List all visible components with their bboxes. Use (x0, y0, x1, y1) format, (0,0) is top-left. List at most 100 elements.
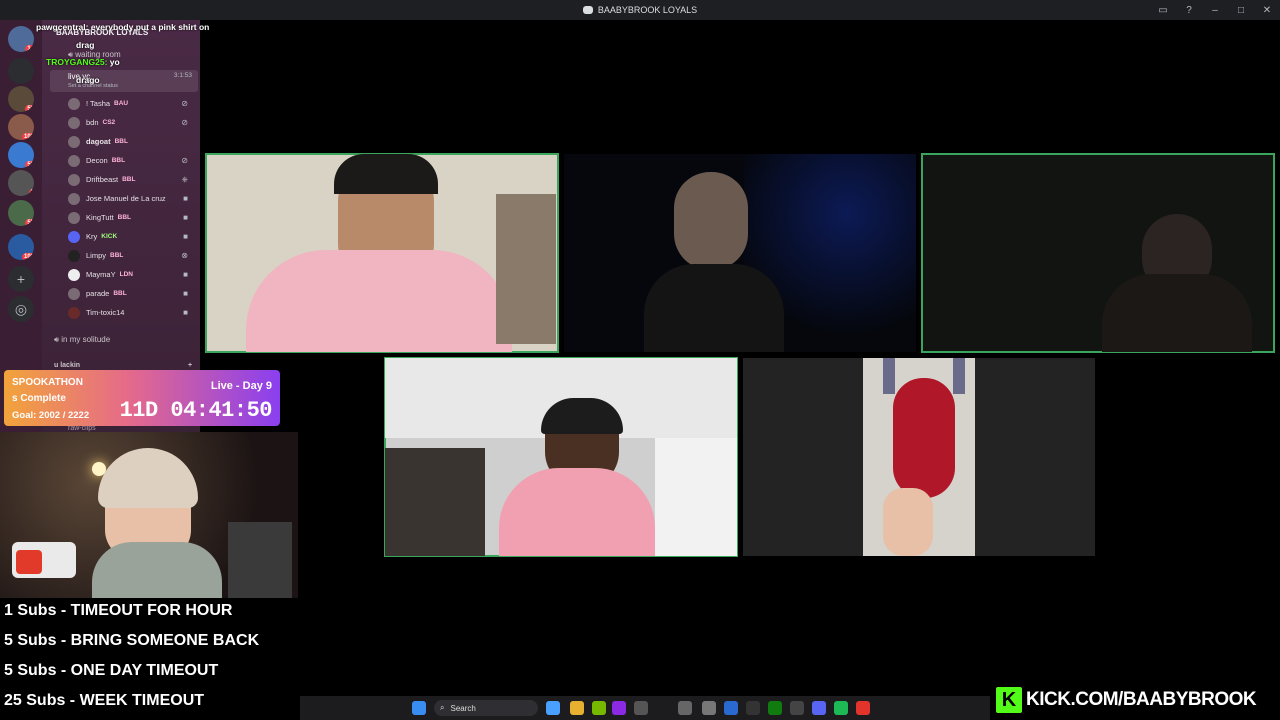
member-name: Kry (86, 232, 98, 241)
xbox-icon[interactable] (768, 701, 782, 715)
discord-logo-icon (582, 6, 593, 14)
server-icon[interactable]: 7 (8, 170, 34, 196)
mention-badge: 55 (25, 219, 34, 226)
mention-badge: 7 (28, 189, 34, 196)
window-title: BAABYBROOK LOYALS (0, 0, 1280, 20)
voice-member[interactable]: bdn CS2 ⊘ (68, 113, 196, 132)
voice-member[interactable]: KingTutt BBL ■ (68, 208, 196, 227)
files-icon[interactable] (546, 701, 560, 715)
close-icon[interactable]: ✕ (1254, 0, 1280, 20)
add-channel-icon[interactable]: + (188, 362, 192, 369)
category-label: u lackin (54, 362, 81, 369)
app-icon[interactable] (634, 701, 648, 715)
maximize-icon[interactable]: □ (1228, 0, 1254, 20)
member-name: Limpy (86, 251, 107, 260)
category-header[interactable]: u lackin + (54, 362, 212, 369)
subathon-title: SPOOKATHON (12, 377, 83, 388)
mention-badge: 58 (25, 161, 34, 168)
voice-member[interactable]: Kry KICK ■ (68, 227, 196, 246)
member-tag: BBL (114, 138, 128, 145)
voice-member[interactable]: Driftbeast BBL ⎈ (68, 170, 196, 189)
channel-raw-clips[interactable]: raw-clips (68, 425, 226, 432)
server-icon[interactable]: 100 (8, 234, 34, 260)
app-icon[interactable] (746, 701, 760, 715)
server-icon[interactable]: 58 (8, 142, 34, 168)
search-icon: ⌕ (440, 703, 445, 712)
video-tile[interactable] (921, 153, 1275, 353)
minimize-icon[interactable]: – (1202, 0, 1228, 20)
muted-icon: ⊘ (181, 99, 188, 108)
mention-badge: 58 (25, 105, 34, 112)
chat-message: pawgcentral: everybody put a pink shirt … (36, 22, 209, 32)
server-icon[interactable]: 55 (8, 200, 34, 226)
chat-overlay: pawgcentral: everybody put a pink shirt … (0, 20, 240, 85)
camera-icon: ■ (183, 308, 188, 317)
app-icon[interactable] (678, 701, 692, 715)
streamer-webcam (0, 432, 298, 600)
nvidia-icon[interactable] (592, 701, 606, 715)
voice-member[interactable]: Limpy BBL ⊗ (68, 246, 196, 265)
member-tag: BAU (114, 100, 129, 107)
chat-message: drago (76, 75, 100, 85)
app-root: BAABYBROOK LOYALS ▭ ? – □ ✕ 14 58 102 58… (0, 0, 1280, 720)
chat-text: everybody put a pink shirt on (90, 22, 210, 32)
camera-icon: ■ (183, 289, 188, 298)
voice-member[interactable]: ! Tasha BAU ⊘ (68, 94, 196, 113)
video-tile[interactable] (743, 358, 1095, 556)
add-server-icon[interactable]: + (8, 266, 34, 292)
voice-member[interactable]: parade BBL ■ (68, 284, 196, 303)
app-icon[interactable] (724, 701, 738, 715)
title-bar: BAABYBROOK LOYALS ▭ ? – □ ✕ (0, 0, 1280, 20)
channel-solitude[interactable]: 🔊︎ in my solitude (54, 335, 212, 345)
inbox-icon[interactable]: ▭ (1150, 0, 1176, 20)
explore-icon[interactable]: ◎ (8, 296, 34, 322)
camera-icon: ■ (183, 270, 188, 279)
voice-member[interactable]: Jose Manuel de La cruz ■ (68, 189, 196, 208)
folder-icon[interactable] (570, 701, 584, 715)
voice-member[interactable]: dagoat BBL (68, 132, 196, 151)
voice-member[interactable]: Tim-toxic14 ■ (68, 303, 196, 322)
chat-username: TROYGANG25: (46, 57, 108, 67)
discord-icon[interactable] (812, 701, 826, 715)
settings-icon[interactable] (702, 701, 716, 715)
member-name: Driftbeast (86, 175, 119, 184)
kick-url: KICK.COM/BAABYBROOK (1026, 689, 1257, 710)
brave-icon[interactable] (856, 701, 870, 715)
spotify-icon[interactable] (834, 701, 848, 715)
member-name: Decon (86, 156, 108, 165)
video-tile[interactable] (564, 154, 916, 352)
video-tile[interactable] (205, 153, 559, 353)
playstation-icon: ⎈ (181, 174, 188, 184)
sub-goal: 5 Subs - ONE DAY TIMEOUT (4, 662, 219, 679)
app-icon[interactable] (612, 701, 626, 715)
server-icon[interactable]: 102 (8, 114, 34, 140)
avatar (68, 287, 80, 300)
muted-icon: ⊘ (181, 156, 188, 165)
avatar (68, 211, 80, 224)
server-icon[interactable]: 58 (8, 86, 34, 112)
channel-label: in my solitude (61, 335, 111, 344)
chat-message: TROYGANG25: yo (46, 57, 120, 67)
sub-goal: 1 Subs - TIMEOUT FOR HOUR (4, 602, 233, 619)
video-tile[interactable] (384, 357, 738, 557)
search-placeholder: Search (450, 703, 476, 713)
avatar (68, 268, 80, 281)
camera-icon: ■ (183, 213, 188, 222)
member-tag: BBL (113, 290, 127, 297)
camera-icon: ■ (183, 194, 188, 203)
member-name: bdn (86, 118, 99, 127)
chat-text: drago (76, 75, 100, 85)
help-icon[interactable]: ? (1176, 0, 1202, 20)
windows-start-icon[interactable] (412, 701, 426, 715)
member-name: ! Tasha (86, 99, 111, 108)
member-name: parade (86, 289, 110, 298)
avatar (68, 97, 80, 110)
app-icon[interactable] (790, 701, 804, 715)
window-actions: ▭ ? – □ ✕ (1150, 0, 1280, 20)
voice-member[interactable]: MaymaY LDN ■ (68, 265, 196, 284)
member-tag: BBL (111, 157, 126, 164)
voice-member[interactable]: Decon BBL ⊘ (68, 151, 196, 170)
camera-icon: ■ (183, 232, 188, 241)
taskbar-search[interactable]: ⌕ Search (434, 700, 538, 716)
chat-message: drag (76, 40, 94, 50)
